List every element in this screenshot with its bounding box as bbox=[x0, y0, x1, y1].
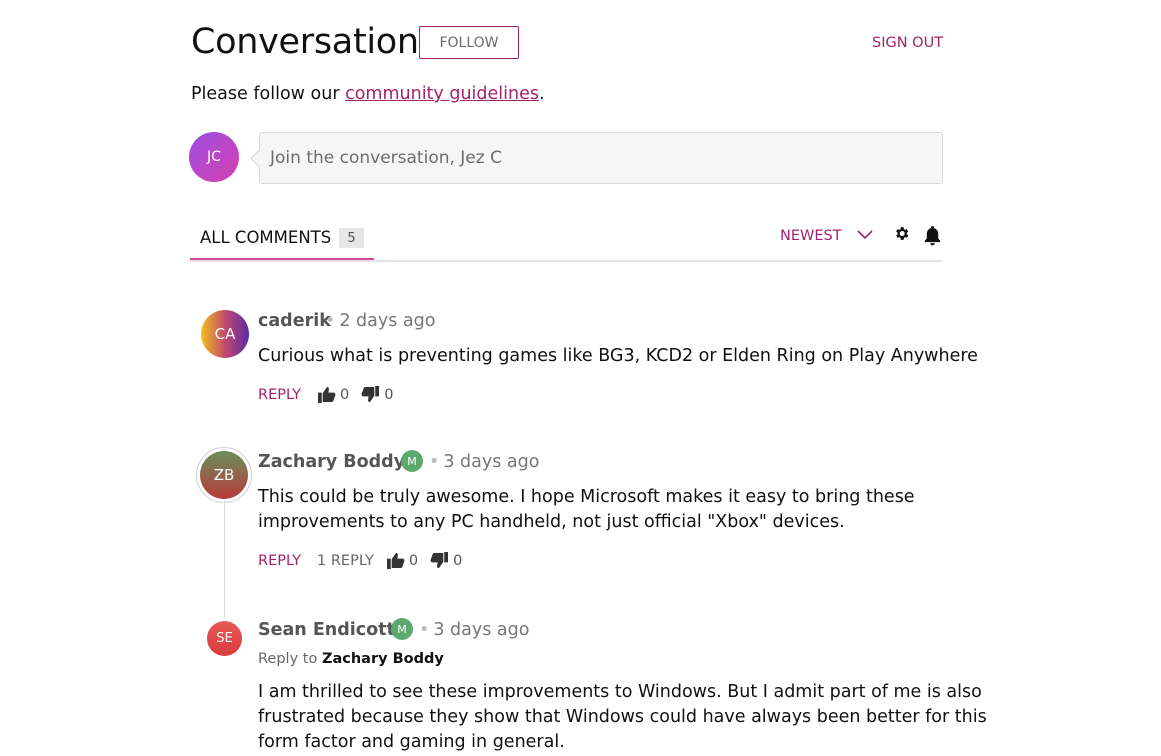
comment-body: Curious what is preventing games like BG… bbox=[258, 346, 978, 366]
avatar: SE bbox=[207, 621, 242, 656]
comment-meta: • 3 days ago bbox=[419, 620, 530, 640]
comment-count-badge: 5 bbox=[339, 228, 364, 248]
chevron-down-icon bbox=[857, 228, 873, 244]
moderator-badge: M bbox=[401, 450, 423, 472]
dislike-button[interactable]: 0 bbox=[361, 386, 393, 403]
sort-label: NEWEST bbox=[780, 228, 842, 244]
conversation-page: Conversation FOLLOW SIGN OUT Please foll… bbox=[0, 0, 1161, 756]
like-count: 0 bbox=[408, 552, 419, 569]
avatar: CA bbox=[201, 310, 249, 358]
comment-author[interactable]: Zachary Boddy bbox=[258, 452, 405, 472]
comment-body-line: form factor and gaming in general. bbox=[258, 732, 565, 752]
dislike-button[interactable]: 0 bbox=[430, 552, 462, 569]
comment-time: 3 days ago bbox=[443, 452, 540, 472]
reply-to-label: Reply to Zachary Boddy bbox=[258, 651, 444, 667]
community-guidelines-link[interactable]: community guidelines bbox=[345, 84, 539, 104]
comment-author[interactable]: caderik bbox=[258, 311, 331, 331]
reply-to-author[interactable]: Zachary Boddy bbox=[322, 651, 444, 667]
comment-actions: REPLY 1 REPLY 0 0 bbox=[258, 552, 474, 569]
comments-tab-bar: ALL COMMENTS 5 NEWEST bbox=[190, 222, 943, 262]
view-replies-button[interactable]: 1 REPLY bbox=[317, 553, 374, 569]
like-button[interactable]: 0 bbox=[317, 386, 349, 403]
thumbs-down-icon bbox=[361, 386, 380, 403]
comment-body: I am thrilled to see these improvements … bbox=[258, 680, 987, 755]
page-title: Conversation bbox=[191, 22, 419, 62]
follow-button[interactable]: FOLLOW bbox=[419, 26, 519, 59]
bell-icon[interactable] bbox=[923, 225, 942, 250]
current-user-avatar: JC bbox=[189, 132, 239, 182]
comment-body-line: This could be truly awesome. I hope Micr… bbox=[258, 487, 915, 507]
guidelines-notice: Please follow our community guidelines. bbox=[191, 84, 545, 104]
thread-line bbox=[224, 500, 225, 618]
guidelines-suffix: . bbox=[538, 84, 545, 104]
reply-button[interactable]: REPLY bbox=[258, 553, 301, 569]
comment-meta: • 3 days ago bbox=[429, 452, 540, 472]
gear-icon[interactable] bbox=[893, 225, 910, 246]
reply-to-prefix: Reply to bbox=[258, 651, 322, 667]
comment-body: This could be truly awesome. I hope Micr… bbox=[258, 485, 915, 535]
comment-body-line: improvements to any PC handheld, not jus… bbox=[258, 512, 845, 532]
comment-body-line: frustrated because they show that Window… bbox=[258, 707, 987, 727]
thumbs-down-icon bbox=[430, 552, 449, 569]
avatar: ZB bbox=[200, 451, 248, 499]
thumbs-up-icon bbox=[386, 552, 405, 569]
sort-dropdown[interactable]: NEWEST bbox=[780, 228, 873, 244]
join-conversation-input[interactable]: Join the conversation, Jez C bbox=[259, 132, 943, 184]
comment-author[interactable]: Sean Endicott bbox=[258, 620, 395, 640]
guidelines-prefix: Please follow our bbox=[191, 84, 346, 104]
comment-body-line: I am thrilled to see these improvements … bbox=[258, 682, 982, 702]
tab-all-comments[interactable]: ALL COMMENTS 5 bbox=[190, 222, 374, 260]
reply-button[interactable]: REPLY bbox=[258, 387, 301, 403]
sign-out-link[interactable]: SIGN OUT bbox=[872, 35, 943, 51]
like-count: 0 bbox=[340, 386, 350, 403]
thumbs-up-icon bbox=[318, 386, 336, 403]
moderator-badge: M bbox=[391, 618, 413, 640]
comment-actions: REPLY 0 0 bbox=[258, 386, 405, 403]
dislike-count: 0 bbox=[384, 386, 394, 403]
dislike-count: 0 bbox=[453, 552, 463, 569]
comment-time: 2 days ago bbox=[339, 311, 436, 331]
comment-time: 3 days ago bbox=[433, 620, 530, 640]
join-conversation-placeholder: Join the conversation, Jez C bbox=[270, 148, 502, 168]
like-button[interactable]: 0 bbox=[386, 552, 418, 569]
tab-all-comments-label: ALL COMMENTS bbox=[200, 228, 332, 247]
comment-meta: • 2 days ago bbox=[325, 311, 436, 331]
